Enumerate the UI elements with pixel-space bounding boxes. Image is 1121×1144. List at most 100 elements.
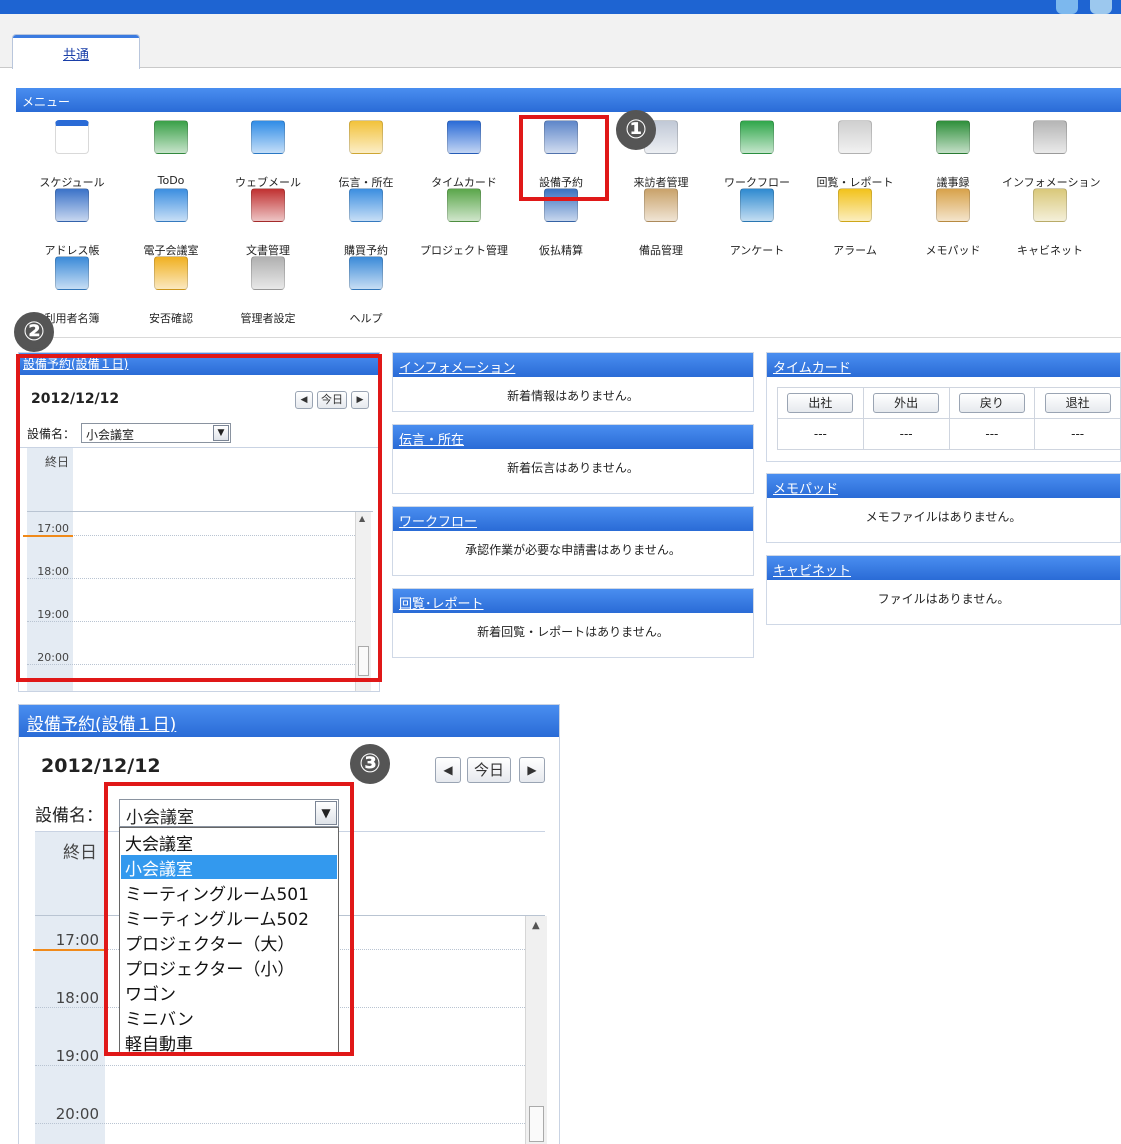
report-icon[interactable] bbox=[838, 120, 872, 154]
menu-item[interactable]: 仮払精算 bbox=[513, 180, 609, 257]
calendar-icon[interactable] bbox=[55, 120, 89, 154]
chevron-down-icon[interactable]: ▼ bbox=[213, 425, 229, 441]
timeline-scrollbar[interactable]: ▲ bbox=[355, 512, 371, 691]
menu-item[interactable]: 利用者名簿 bbox=[24, 248, 120, 325]
facility-option[interactable]: ワゴン bbox=[121, 980, 337, 1005]
document-management-icon[interactable] bbox=[251, 188, 285, 222]
menu-item[interactable]: インフォメーション bbox=[1002, 112, 1100, 189]
menu-item[interactable]: キャビネット bbox=[1002, 180, 1098, 257]
menu-item[interactable]: ワークフロー bbox=[709, 112, 805, 189]
minutes-icon[interactable] bbox=[936, 120, 970, 154]
admin-gear-icon[interactable] bbox=[251, 256, 285, 290]
facility-option[interactable]: プロジェクター（小） bbox=[121, 955, 337, 980]
scrollbar-thumb[interactable] bbox=[358, 646, 369, 676]
dengon-widget-title[interactable]: 伝言・所在 bbox=[399, 433, 464, 448]
menu-item[interactable]: アラーム bbox=[807, 180, 903, 257]
memo-note-icon[interactable] bbox=[349, 120, 383, 154]
cabinet-widget-title[interactable]: キャビネット bbox=[773, 564, 851, 579]
shopping-cart-icon[interactable] bbox=[349, 188, 383, 222]
cabinet-icon[interactable] bbox=[1033, 188, 1067, 222]
menu-item[interactable]: メモパッド bbox=[905, 180, 1001, 257]
menu-item[interactable]: アドレス帳 bbox=[24, 180, 120, 257]
todo-icon[interactable] bbox=[154, 120, 188, 154]
facility-reservation-icon[interactable] bbox=[544, 120, 578, 154]
menu-item[interactable]: ヘルプ bbox=[318, 248, 414, 325]
e-meeting-icon[interactable] bbox=[154, 188, 188, 222]
safety-check-icon[interactable] bbox=[154, 256, 188, 290]
menu-item[interactable]: 管理者設定 bbox=[220, 248, 316, 325]
menu-item[interactable]: ToDo bbox=[123, 112, 219, 187]
webmail-icon[interactable] bbox=[251, 120, 285, 154]
menu-item[interactable]: 安否確認 bbox=[123, 248, 219, 325]
clock-in-button[interactable]: 出社 bbox=[787, 393, 854, 413]
return-button[interactable]: 戻り bbox=[958, 393, 1025, 413]
clock-out-button[interactable]: 退社 bbox=[1044, 393, 1111, 413]
facility-option[interactable]: プロジェクター（大） bbox=[121, 930, 337, 955]
menu-item-label[interactable]: ヘルプ bbox=[318, 310, 414, 326]
scroll-up-icon[interactable]: ▲ bbox=[359, 514, 365, 523]
menu-item[interactable]: 文書管理 bbox=[220, 180, 316, 257]
facility-select[interactable]: 小会議室 ▼ bbox=[81, 423, 231, 443]
menu-item[interactable]: 設備予約 bbox=[513, 112, 609, 189]
menu-item[interactable]: アンケート bbox=[709, 180, 805, 257]
survey-icon[interactable] bbox=[740, 188, 774, 222]
menu-item[interactable]: 回覧・レポート bbox=[807, 112, 903, 189]
next-day-button-zoomed[interactable]: ▶ bbox=[519, 757, 545, 783]
header-tool-icon[interactable] bbox=[1056, 0, 1078, 14]
menu-item-label[interactable]: アンケート bbox=[709, 242, 805, 258]
menu-item-label[interactable]: キャビネット bbox=[1002, 242, 1098, 258]
menu-item-label[interactable]: プロジェクト管理 bbox=[416, 242, 512, 258]
next-day-button[interactable]: ▶ bbox=[351, 391, 369, 409]
chevron-down-icon-zoomed[interactable]: ▼ bbox=[315, 801, 337, 825]
memopad-widget-title[interactable]: メモパッド bbox=[773, 482, 838, 497]
menu-item-label[interactable]: 備品管理 bbox=[613, 242, 709, 258]
alarm-bell-icon[interactable] bbox=[838, 188, 872, 222]
timecard-icon[interactable] bbox=[447, 120, 481, 154]
workflow-widget-title[interactable]: ワークフロー bbox=[399, 515, 477, 530]
facility-option[interactable]: 軽自動車 bbox=[121, 1030, 337, 1055]
user-directory-icon[interactable] bbox=[55, 256, 89, 290]
info-widget-title[interactable]: インフォメーション bbox=[399, 361, 515, 376]
facility-option[interactable]: 大会議室 bbox=[121, 830, 337, 855]
scroll-up-icon-zoomed[interactable]: ▲ bbox=[532, 920, 540, 931]
menu-item[interactable]: 購買予約 bbox=[318, 180, 414, 257]
menu-item-label[interactable]: 管理者設定 bbox=[220, 310, 316, 326]
tab-common-label[interactable]: 共通 bbox=[63, 48, 89, 63]
scrollbar-thumb-zoomed[interactable] bbox=[529, 1106, 544, 1142]
help-icon[interactable] bbox=[349, 256, 383, 290]
equipment-box-icon[interactable] bbox=[644, 188, 678, 222]
facility-option[interactable]: ミニバン bbox=[121, 1005, 337, 1030]
menu-item[interactable]: 備品管理 bbox=[613, 180, 709, 257]
menu-item[interactable]: プロジェクト管理 bbox=[416, 180, 512, 257]
header-notification-icon[interactable] bbox=[1090, 0, 1112, 14]
menu-item[interactable]: スケジュール bbox=[24, 112, 120, 189]
facility-option[interactable]: 小会議室 bbox=[121, 855, 337, 880]
menu-item[interactable]: 議事録 bbox=[905, 112, 1001, 189]
facility-select-zoomed[interactable]: 小会議室 ▼ bbox=[119, 799, 339, 828]
address-book-icon[interactable] bbox=[55, 188, 89, 222]
memopad-icon[interactable] bbox=[936, 188, 970, 222]
menu-item[interactable]: 伝言・所在 bbox=[318, 112, 414, 189]
project-icon[interactable] bbox=[447, 188, 481, 222]
tab-common[interactable]: 共通 bbox=[12, 34, 140, 69]
prev-day-button-zoomed[interactable]: ◀ bbox=[435, 757, 461, 783]
menu-item-label[interactable]: 仮払精算 bbox=[513, 242, 609, 258]
timeline-scrollbar-zoomed[interactable]: ▲ bbox=[525, 916, 547, 1144]
menu-item[interactable]: ウェブメール bbox=[220, 112, 316, 189]
facility-widget-zoomed-title[interactable]: 設備予約(設備１日) bbox=[27, 715, 176, 735]
today-button-zoomed[interactable]: 今日 bbox=[467, 757, 511, 783]
expense-icon[interactable] bbox=[544, 188, 578, 222]
menu-item[interactable]: タイムカード bbox=[416, 112, 512, 189]
timecard-widget-title[interactable]: タイムカード bbox=[773, 361, 851, 376]
facility-option[interactable]: ミーティングルーム501 bbox=[121, 880, 337, 905]
facility-widget-small-title[interactable]: 設備予約(設備１日) bbox=[23, 357, 128, 371]
prev-day-button[interactable]: ◀ bbox=[295, 391, 313, 409]
today-button[interactable]: 今日 bbox=[317, 391, 347, 409]
workflow-icon[interactable] bbox=[740, 120, 774, 154]
report-widget-title[interactable]: 回覧･レポート bbox=[399, 597, 484, 612]
menu-item-label[interactable]: 安否確認 bbox=[123, 310, 219, 326]
information-icon[interactable] bbox=[1033, 120, 1067, 154]
go-out-button[interactable]: 外出 bbox=[873, 393, 940, 413]
menu-item-label[interactable]: アラーム bbox=[807, 242, 903, 258]
menu-item[interactable]: 電子会議室 bbox=[123, 180, 219, 257]
